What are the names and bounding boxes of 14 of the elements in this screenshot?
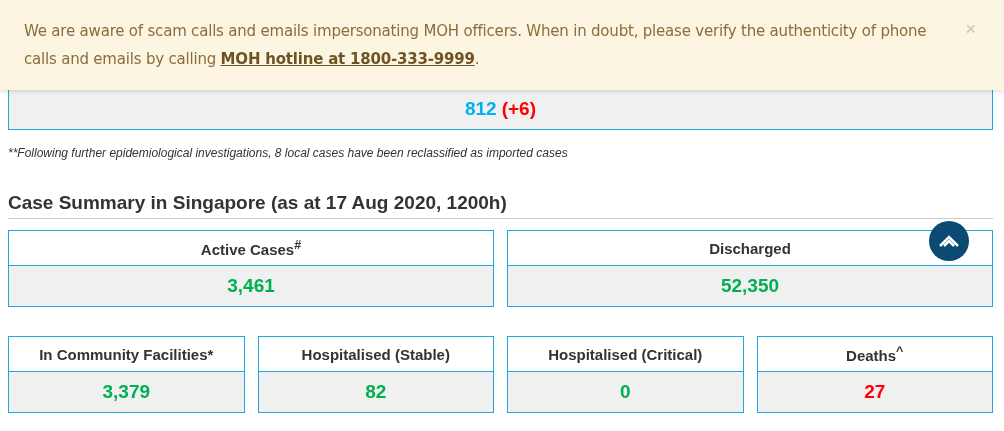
stat-value: 0 <box>619 381 631 403</box>
stat-value: 52,350 <box>720 275 780 297</box>
stat-value: 27 <box>864 381 886 403</box>
alert-message: We are aware of scam calls and emails impersonating MOH officers. When in doubt, please verify the authenticity of phone calls and emails by calling MOH hotline at 1800-333-9999. <box>24 21 928 70</box>
chevron-up-icon <box>938 234 960 248</box>
footnote: **Following further epidemiological investigations, 8 local cases have been reclassified as imported cases <box>8 146 569 160</box>
stat-value: 3,461 <box>227 275 275 297</box>
scroll-top-button[interactable] <box>929 221 969 261</box>
stat-value: 812 <box>465 98 497 120</box>
stat-value: 82 <box>365 381 387 403</box>
hotline-link[interactable]: MOH hotline at 1800-333-9999 <box>220 50 475 68</box>
stat-value: (+6) <box>501 98 536 120</box>
section-heading: Case Summary in Singapore (as at 17 Aug 2020, 1200h) <box>8 192 993 219</box>
stat-value: 3,379 <box>102 381 150 403</box>
